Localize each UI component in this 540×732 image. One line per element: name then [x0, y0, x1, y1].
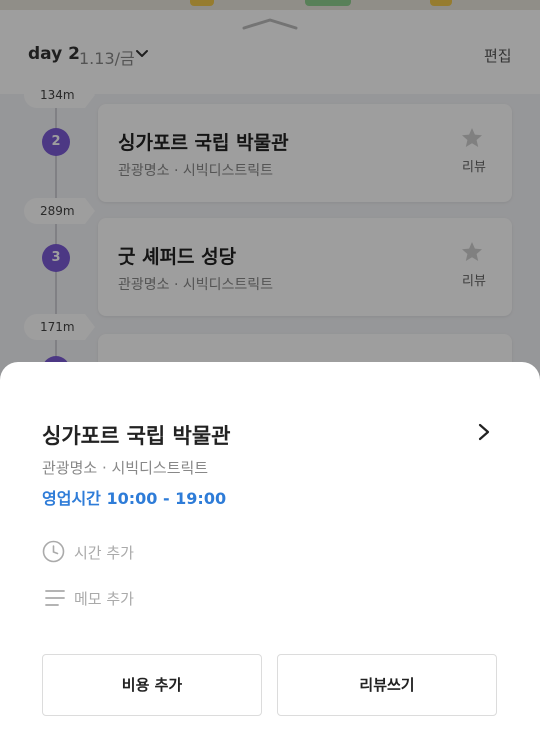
add-time-label: 시간 추가 — [74, 544, 134, 562]
opening-hours: 영업시간 10:00 - 19:00 — [42, 489, 227, 508]
clock-icon — [42, 540, 65, 563]
sheet-place-title[interactable]: 싱가포르 국립 박물관 — [42, 420, 231, 450]
chevron-right-icon[interactable] — [474, 422, 494, 442]
sheet-place-meta: 관광명소 · 시빅디스트릭트 — [42, 459, 209, 477]
place-detail-sheet: 싱가포르 국립 박물관 관광명소 · 시빅디스트릭트 영업시간 10:00 - … — [0, 362, 540, 732]
add-memo-label: 메모 추가 — [74, 590, 134, 608]
write-review-button[interactable]: 리뷰쓰기 — [277, 654, 497, 716]
memo-lines-icon — [45, 590, 65, 606]
add-cost-button[interactable]: 비용 추가 — [42, 654, 262, 716]
